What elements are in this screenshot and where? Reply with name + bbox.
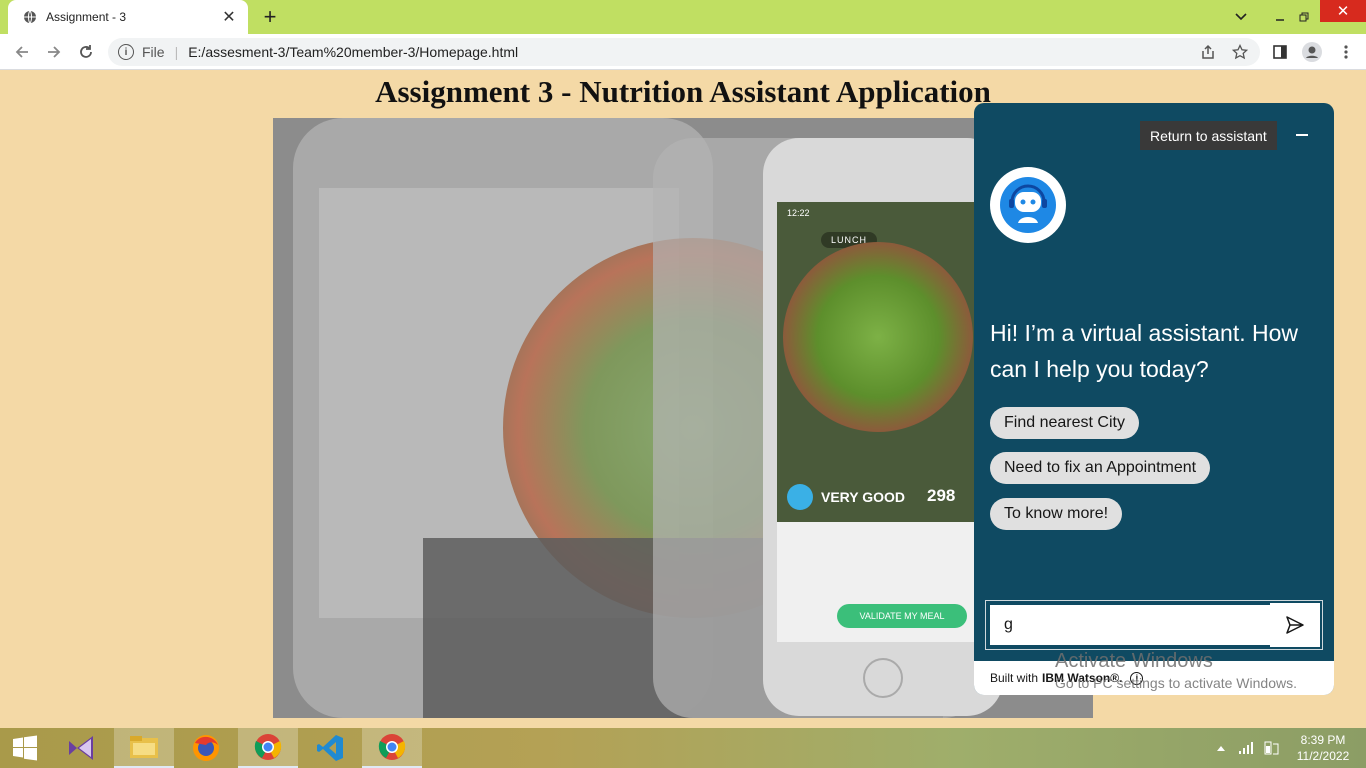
side-panel-icon[interactable]	[1268, 40, 1292, 64]
restore-window-button[interactable]	[1292, 0, 1316, 34]
phone-rating: VERY GOOD	[787, 484, 905, 510]
message-input[interactable]	[988, 603, 1270, 647]
phone-validate-label: VALIDATE MY MEAL	[837, 604, 967, 628]
windows-start-icon[interactable]	[0, 728, 50, 768]
taskbar-date: 11/2/2022	[1296, 749, 1350, 763]
close-window-button[interactable]: ✕	[1320, 0, 1366, 22]
tab-title: Assignment - 3	[46, 10, 127, 24]
chrome-icon[interactable]	[362, 728, 422, 768]
option-find-nearest-city[interactable]: Find nearest City	[990, 407, 1139, 439]
phone-mockup-right: 12:22 LUNCH VERY GOOD 298 VALIDATE MY ME…	[763, 138, 1003, 716]
option-know-more[interactable]: To know more!	[990, 498, 1123, 530]
firefox-icon[interactable]	[176, 728, 236, 768]
profile-avatar-icon[interactable]	[1300, 40, 1324, 64]
activate-windows-watermark: Activate Windows Go to PC settings to ac…	[1055, 650, 1297, 691]
url-scheme-label: File	[142, 44, 165, 60]
browser-tab[interactable]: Assignment - 3 ✕	[8, 0, 248, 34]
robot-icon	[1000, 177, 1056, 233]
tab-search-chevron-icon[interactable]	[1228, 0, 1254, 34]
reload-icon[interactable]	[74, 40, 98, 64]
chrome-dev-icon[interactable]	[238, 728, 298, 768]
new-tab-button[interactable]: +	[258, 4, 282, 30]
back-arrow-icon[interactable]	[10, 40, 34, 64]
browser-menu-icon[interactable]	[1334, 40, 1358, 64]
option-fix-appointment[interactable]: Need to fix an Appointment	[990, 452, 1211, 484]
activate-windows-subtitle: Go to PC settings to activate Windows.	[1055, 675, 1297, 691]
bookmark-star-icon[interactable]	[1228, 40, 1252, 64]
minimize-window-button[interactable]	[1268, 0, 1292, 34]
smiley-icon	[787, 484, 813, 510]
browser-tab-strip: Assignment - 3 ✕ + ✕	[0, 0, 1366, 34]
salad-plate-image	[783, 242, 973, 432]
activate-windows-title: Activate Windows	[1055, 650, 1213, 672]
windows-taskbar: 8:39 PM 11/2/2022	[0, 728, 1366, 768]
phone-status-time: 12:22	[787, 208, 810, 218]
power-battery-icon[interactable]	[1262, 728, 1280, 768]
forward-arrow-icon[interactable]	[42, 40, 66, 64]
vscode-icon[interactable]	[300, 728, 360, 768]
taskbar-time: 8:39 PM	[1300, 733, 1346, 747]
show-hidden-icons-icon[interactable]	[1216, 728, 1226, 768]
taskbar-clock[interactable]: 8:39 PM 11/2/2022	[1290, 732, 1356, 764]
address-bar[interactable]: i File | E:/assesment-3/Team%20member-3/…	[108, 38, 1260, 66]
browser-toolbar: i File | E:/assesment-3/Team%20member-3/…	[0, 34, 1366, 70]
return-to-assistant-button[interactable]: Return to assistant	[1140, 121, 1277, 150]
site-info-icon[interactable]: i	[118, 44, 134, 60]
assistant-panel: Return to assistant Hi! I’m a virtual as…	[974, 103, 1334, 695]
send-icon[interactable]	[1270, 603, 1320, 647]
phone-home-button	[863, 658, 903, 698]
assistant-greeting: Hi! I’m a virtual assistant. How can I h…	[990, 320, 1299, 382]
phone-rating-label: VERY GOOD	[821, 489, 906, 505]
visual-studio-icon[interactable]	[52, 728, 112, 768]
globe-icon	[22, 9, 38, 25]
phone-kcal: 298	[927, 486, 956, 505]
hero-image: 12:22 LUNCH VERY GOOD 298 VALIDATE MY ME…	[273, 118, 1093, 718]
url-separator: |	[174, 44, 179, 60]
assistant-avatar	[990, 167, 1066, 243]
message-composer	[985, 600, 1323, 650]
url-text: E:/assesment-3/Team%20member-3/Homepage.…	[188, 44, 519, 60]
minimize-assistant-icon[interactable]	[1290, 125, 1314, 145]
built-with-label: Built with	[990, 671, 1039, 685]
close-tab-icon[interactable]: ✕	[220, 7, 238, 27]
network-signal-icon[interactable]	[1238, 728, 1254, 768]
file-explorer-icon[interactable]	[114, 728, 174, 768]
share-icon[interactable]	[1196, 40, 1220, 64]
